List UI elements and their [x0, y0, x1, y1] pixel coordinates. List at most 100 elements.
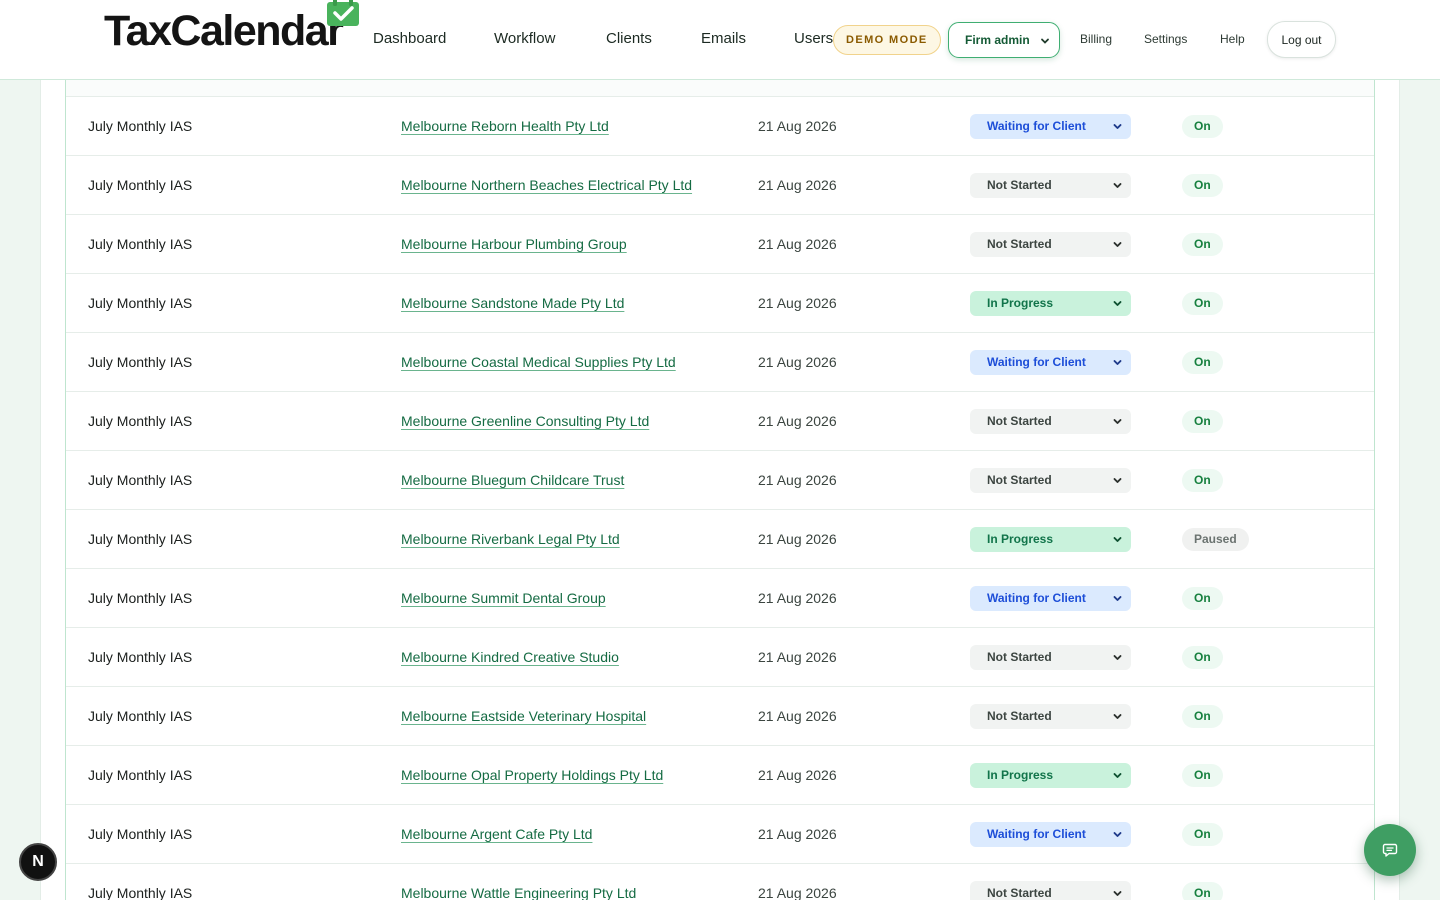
due-date: 21 Aug 2026 — [758, 767, 837, 783]
task-name: July Monthly IAS — [88, 118, 193, 134]
status-select[interactable]: Not Started — [970, 408, 1131, 434]
due-date: 21 Aug 2026 — [758, 118, 837, 134]
client-link[interactable]: Melbourne Sandstone Made Pty Ltd — [401, 295, 624, 311]
chevron-down-icon — [1113, 241, 1122, 247]
status-value: In Progress — [987, 296, 1054, 310]
table-row: July Monthly IAS Melbourne Greenline Cons… — [66, 392, 1374, 451]
nav-help[interactable]: Help — [1220, 32, 1245, 46]
main-card: July Monthly IAS Melbourne Reborn Health … — [41, 0, 1399, 900]
table-row: July Monthly IAS Melbourne Summit Dental … — [66, 569, 1374, 628]
status-select[interactable]: In Progress — [970, 762, 1131, 788]
top-navigation: TaxCalendar Dashboard Workflow Clients E… — [0, 0, 1440, 80]
nav-emails[interactable]: Emails — [701, 30, 746, 47]
reminder-badge: On — [1182, 881, 1223, 900]
table-row: July Monthly IAS Melbourne Harbour Plumbi… — [66, 215, 1374, 274]
chat-button[interactable] — [1364, 824, 1416, 876]
chat-icon — [1382, 843, 1398, 857]
task-name: July Monthly IAS — [88, 354, 193, 370]
task-name: July Monthly IAS — [88, 767, 193, 783]
reminder-badge: On — [1182, 114, 1223, 138]
due-date: 21 Aug 2026 — [758, 236, 837, 252]
chevron-down-icon — [1113, 713, 1122, 719]
task-name: July Monthly IAS — [88, 236, 193, 252]
due-date: 21 Aug 2026 — [758, 177, 837, 193]
nav-users[interactable]: Users — [794, 30, 833, 47]
status-select[interactable]: Not Started — [970, 467, 1131, 493]
task-name: July Monthly IAS — [88, 826, 193, 842]
chevron-down-icon — [1113, 890, 1122, 896]
table-row: July Monthly IAS Melbourne Northern Beach… — [66, 156, 1374, 215]
chevron-down-icon — [1041, 38, 1049, 44]
reminder-badge: On — [1182, 468, 1223, 492]
status-value: Not Started — [987, 709, 1052, 723]
table-row: July Monthly IAS Melbourne Eastside Veter… — [66, 687, 1374, 746]
client-link[interactable]: Melbourne Bluegum Childcare Trust — [401, 472, 624, 488]
role-select-value: Firm admin — [965, 33, 1030, 47]
chevron-down-icon — [1113, 831, 1122, 837]
logout-button[interactable]: Log out — [1267, 21, 1336, 58]
chevron-down-icon — [1113, 123, 1122, 129]
client-link[interactable]: Melbourne Coastal Medical Supplies Pty L… — [401, 354, 676, 370]
due-date: 21 Aug 2026 — [758, 531, 837, 547]
status-select[interactable]: Not Started — [970, 880, 1131, 900]
table-body: July Monthly IAS Melbourne Reborn Health … — [66, 97, 1374, 900]
reminder-badge: On — [1182, 173, 1223, 197]
reminder-badge: On — [1182, 291, 1223, 315]
task-name: July Monthly IAS — [88, 590, 193, 606]
task-name: July Monthly IAS — [88, 295, 193, 311]
next-dev-badge[interactable]: N — [19, 843, 57, 881]
tasks-table: July Monthly IAS Melbourne Reborn Health … — [65, 0, 1375, 900]
client-link[interactable]: Melbourne Summit Dental Group — [401, 590, 606, 606]
client-link[interactable]: Melbourne Kindred Creative Studio — [401, 649, 619, 665]
client-link[interactable]: Melbourne Harbour Plumbing Group — [401, 236, 627, 252]
chevron-down-icon — [1113, 654, 1122, 660]
reminder-badge: On — [1182, 645, 1223, 669]
reminder-badge: On — [1182, 409, 1223, 433]
reminder-badge: On — [1182, 586, 1223, 610]
table-row: July Monthly IAS Melbourne Opal Property … — [66, 746, 1374, 805]
client-link[interactable]: Melbourne Argent Cafe Pty Ltd — [401, 826, 592, 842]
status-select[interactable]: In Progress — [970, 290, 1131, 316]
due-date: 21 Aug 2026 — [758, 472, 837, 488]
table-row: July Monthly IAS Melbourne Riverbank Lega… — [66, 510, 1374, 569]
reminder-badge: On — [1182, 350, 1223, 374]
due-date: 21 Aug 2026 — [758, 295, 837, 311]
status-value: In Progress — [987, 532, 1054, 546]
task-name: July Monthly IAS — [88, 885, 193, 900]
status-select[interactable]: Not Started — [970, 703, 1131, 729]
client-link[interactable]: Melbourne Wattle Engineering Pty Ltd — [401, 885, 636, 900]
client-link[interactable]: Melbourne Northern Beaches Electrical Pt… — [401, 177, 692, 193]
status-select[interactable]: Waiting for Client — [970, 585, 1131, 611]
table-row: July Monthly IAS Melbourne Wattle Enginee… — [66, 864, 1374, 900]
status-value: Waiting for Client — [987, 591, 1086, 605]
status-select[interactable]: In Progress — [970, 526, 1131, 552]
client-link[interactable]: Melbourne Greenline Consulting Pty Ltd — [401, 413, 649, 429]
due-date: 21 Aug 2026 — [758, 354, 837, 370]
due-date: 21 Aug 2026 — [758, 413, 837, 429]
nav-billing[interactable]: Billing — [1080, 32, 1112, 46]
role-select[interactable]: Firm admin — [948, 22, 1060, 58]
brand-logo[interactable]: TaxCalendar — [104, 0, 374, 80]
reminder-badge: On — [1182, 822, 1223, 846]
table-row: July Monthly IAS Melbourne Bluegum Childc… — [66, 451, 1374, 510]
table-row: July Monthly IAS Melbourne Kindred Creati… — [66, 628, 1374, 687]
due-date: 21 Aug 2026 — [758, 885, 837, 900]
table-row: July Monthly IAS Melbourne Sandstone Made… — [66, 274, 1374, 333]
task-name: July Monthly IAS — [88, 531, 193, 547]
nav-dashboard[interactable]: Dashboard — [373, 30, 446, 47]
status-select[interactable]: Waiting for Client — [970, 821, 1131, 847]
status-select[interactable]: Waiting for Client — [970, 113, 1131, 139]
client-link[interactable]: Melbourne Riverbank Legal Pty Ltd — [401, 531, 620, 547]
nav-clients[interactable]: Clients — [606, 30, 652, 47]
client-link[interactable]: Melbourne Eastside Veterinary Hospital — [401, 708, 646, 724]
status-select[interactable]: Not Started — [970, 172, 1131, 198]
nav-workflow[interactable]: Workflow — [494, 30, 555, 47]
nav-settings[interactable]: Settings — [1144, 32, 1187, 46]
status-select[interactable]: Waiting for Client — [970, 349, 1131, 375]
status-select[interactable]: Not Started — [970, 644, 1131, 670]
status-select[interactable]: Not Started — [970, 231, 1131, 257]
reminder-badge: On — [1182, 704, 1223, 728]
client-link[interactable]: Melbourne Opal Property Holdings Pty Ltd — [401, 767, 663, 783]
status-value: Not Started — [987, 473, 1052, 487]
client-link[interactable]: Melbourne Reborn Health Pty Ltd — [401, 118, 609, 134]
